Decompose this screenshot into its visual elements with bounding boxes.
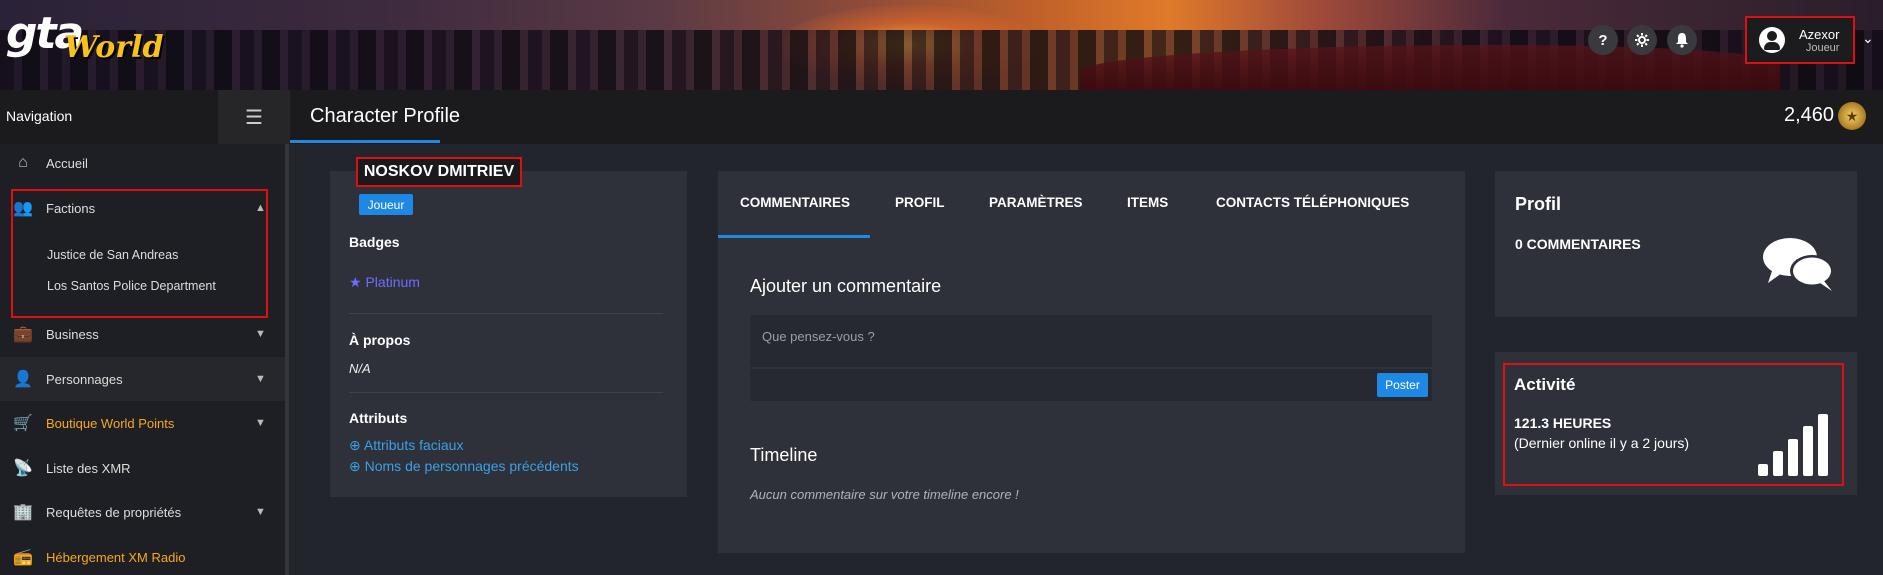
home-icon: ⌂ [18,154,28,171]
character-name: NOSKOV DMITRIEV [356,157,522,187]
user-name: Azexor [1799,26,1840,42]
activity-hours: 121.3 HEURES [1514,415,1612,431]
chevron-down-icon[interactable]: ⌄ [1862,30,1874,47]
briefcase-icon: 💼 [13,326,33,343]
about-value: N/A [349,361,371,376]
sidebar-item-label: Personnages [46,371,123,387]
character-role-badge: Joueur [359,194,413,215]
sidebar-item-label: Hébergement XM Radio [46,549,186,565]
building-icon: 🏢 [13,504,33,521]
timeline-empty-message: Aucun commentaire sur votre timeline enc… [750,487,1019,502]
chevron-down-icon: ▼ [255,506,266,518]
tab-profil[interactable]: PROFIL [895,195,945,210]
antenna-icon: 📡 [13,460,33,477]
attributes-heading: Attributs [349,410,408,426]
avatar-icon [1759,27,1785,53]
sidebar-scrollbar[interactable] [285,144,289,575]
settings-icon[interactable] [1627,25,1657,55]
add-comment-heading: Ajouter un commentaire [750,276,942,296]
activity-title: Activité [1514,375,1576,394]
about-heading: À propos [349,332,411,348]
tab-items[interactable]: ITEMS [1127,195,1168,210]
comment-input-footer [750,369,1432,401]
attributes-facial-link[interactable]: ⊕ Attributs faciaux [349,437,463,454]
world-points-count: 2,460 [1784,104,1835,126]
user-role: Joueur [1805,41,1840,54]
chevron-down-icon: ▼ [255,417,266,429]
comment-input[interactable]: Que pensez-vous ? [750,315,1432,367]
sidebar-item-accueil[interactable]: ⌂ Accueil [0,141,285,185]
sidebar-item-personnages[interactable]: 👤 Personnages ▼ [0,357,285,401]
divider [349,313,663,314]
factions-highlight [11,189,268,318]
help-icon[interactable]: ? [1588,25,1618,55]
badge-platinum[interactable]: ★ Platinum [349,274,420,291]
sidebar-item-label: Accueil [46,155,88,171]
sidebar-item-label: Boutique World Points [46,415,175,431]
activity-bar [1788,439,1798,476]
activity-last-online: (Dernier online il y a 2 jours) [1514,435,1690,451]
cart-icon: 🛒 [13,415,33,432]
page-title: Character Profile [310,105,461,127]
link-label: Noms de personnages précédents [364,458,579,474]
tab-contacts[interactable]: CONTACTS TÉLÉPHONIQUES [1216,195,1409,210]
profile-summary-title: Profil [1515,194,1562,214]
sidebar-item-boutique[interactable]: 🛒 Boutique World Points ▼ [0,401,285,445]
active-tab-indicator [718,235,870,238]
logo-sub: World [64,30,164,65]
chevron-down-icon: ▼ [255,328,266,340]
radio-icon: 📻 [13,549,33,566]
sidebar-item-hebergement[interactable]: 📻 Hébergement XM Radio [0,535,285,575]
sidebar-item-requetes[interactable]: 🏢 Requêtes de propriétés ▼ [0,490,285,534]
previous-names-link[interactable]: ⊕ Noms de personnages précédents [349,458,579,475]
navigation-label: Navigation [6,108,73,124]
menu-toggle-icon[interactable]: ☰ [218,90,290,144]
chevron-down-icon: ▼ [255,373,266,385]
activity-bar [1758,464,1768,476]
divider [349,392,663,393]
star-icon: ★ [349,274,362,290]
sidebar-item-business[interactable]: 💼 Business ▼ [0,312,285,356]
activity-bar [1773,451,1783,476]
sidebar-item-label: Business [46,326,99,342]
bell-icon[interactable] [1667,25,1697,55]
user-icon: 👤 [13,371,33,388]
sidebar-item-label: Requêtes de propriétés [46,504,182,520]
plus-circle-icon: ⊕ [349,458,361,474]
user-menu[interactable]: Azexor Joueur [1745,16,1855,64]
post-button[interactable]: Poster [1377,373,1428,397]
sidebar-item-xmr[interactable]: 📡 Liste des XMR [0,446,285,490]
badge-label: Platinum [365,274,420,290]
plus-circle-icon: ⊕ [349,437,361,453]
comments-icon [1763,238,1834,291]
comment-count: 0 COMMENTAIRES [1515,236,1641,252]
page-title-underline [290,140,440,143]
link-label: Attributs faciaux [363,437,464,453]
tab-commentaires[interactable]: COMMENTAIRES [740,195,850,210]
tab-parametres[interactable]: PARAMÈTRES [989,195,1083,210]
timeline-heading: Timeline [750,445,818,465]
site-logo[interactable]: gta World [6,8,163,65]
points-badge-icon[interactable]: ★ [1838,102,1866,130]
activity-bar [1803,426,1813,476]
badges-heading: Badges [349,234,400,250]
activity-bar [1818,414,1828,476]
sidebar-item-label: Liste des XMR [46,460,131,476]
